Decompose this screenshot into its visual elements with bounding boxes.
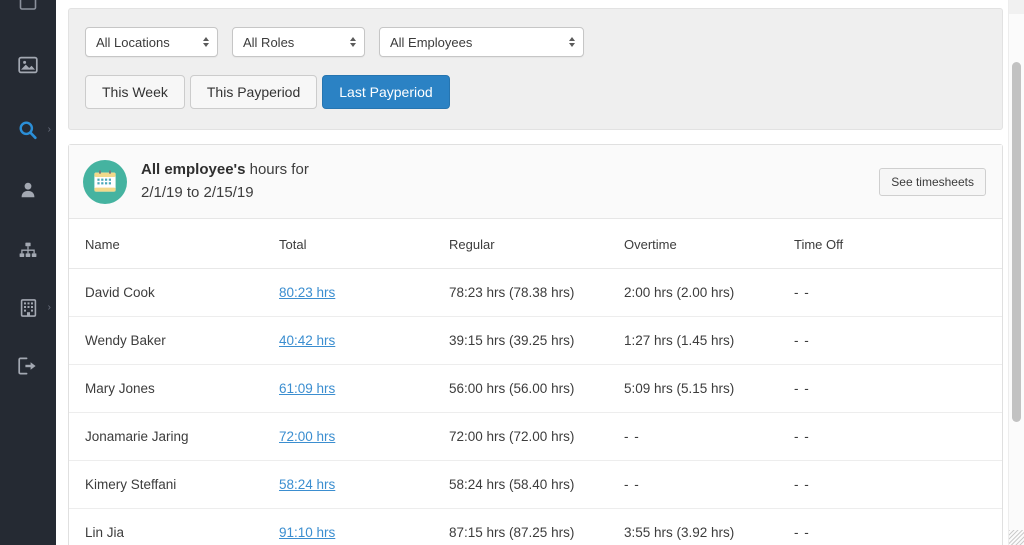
cell-name: Lin Jia [69,508,279,545]
cell-regular: 87:15 hrs (87.25 hrs) [449,508,624,545]
filter-panel: All Locations All Roles All Employees Th… [68,8,1003,130]
hours-card-date-range: 2/1/19 to 2/15/19 [141,183,254,201]
cell-total: 40:42 hrs [279,316,449,365]
total-link[interactable]: 58:24 hrs [279,477,335,492]
cell-regular: 78:23 hrs (78.38 hrs) [449,268,624,317]
cell-overtime: 2:00 hrs (2.00 hrs) [624,268,794,317]
stepper-icon [203,37,209,47]
column-header-name: Name [69,219,279,269]
image-icon [19,0,37,12]
cell-timeoff: - - [794,460,1002,509]
employee-select-value: All Employees [390,34,473,50]
tab-this-payperiod[interactable]: This Payperiod [189,75,318,109]
column-header-overtime: Overtime [624,219,794,269]
sidebar-item-org-chart[interactable] [0,230,56,270]
vertical-scrollbar-thumb[interactable] [1012,62,1021,422]
table-row: Mary Jones 61:09 hrs 56:00 hrs (56.00 hr… [69,364,1002,413]
stepper-icon [350,37,356,47]
image-icon [18,56,38,74]
column-header-total: Total [279,219,449,269]
sitemap-icon [19,242,37,258]
hours-card: All employee's hours for 2/1/19 to 2/15/… [68,144,1003,545]
cell-overtime: - - [624,412,794,461]
sidebar-item-photos-2[interactable] [0,45,56,85]
main-content: All Locations All Roles All Employees Th… [56,0,1024,545]
search-icon [18,120,38,140]
user-icon [19,181,37,199]
cell-total: 58:24 hrs [279,460,449,509]
building-icon [20,299,37,317]
cell-total: 61:09 hrs [279,364,449,413]
table-header-row: Name Total Regular Overtime Time Off [69,219,1002,269]
cell-timeoff: - - [794,412,1002,461]
payperiod-tab-row: This Week This Payperiod Last Payperiod [85,75,986,109]
total-link[interactable]: 80:23 hrs [279,285,335,300]
app-window: › › All Locations All Roles All Employee… [0,0,1024,545]
cell-name: Kimery Steffani [69,460,279,509]
hours-table: Name Total Regular Overtime Time Off Dav… [69,219,1002,545]
column-header-regular: Regular [449,219,624,269]
cell-timeoff: - - [794,316,1002,365]
filter-select-row: All Locations All Roles All Employees [85,27,986,57]
cell-overtime: - - [624,460,794,509]
role-select-value: All Roles [243,34,295,50]
tab-this-week[interactable]: This Week [85,75,185,109]
column-header-timeoff: Time Off [794,219,1002,269]
logout-icon [18,357,38,375]
cell-regular: 72:00 hrs (72.00 hrs) [449,412,624,461]
stepper-icon [569,37,575,47]
hours-table-head: Name Total Regular Overtime Time Off [69,219,1002,269]
see-timesheets-button[interactable]: See timesheets [879,167,986,196]
scrollbar-gutter-top [1009,0,1024,14]
sidebar-item-search[interactable]: › [0,110,56,150]
resize-grip-icon[interactable] [1009,530,1024,545]
cell-timeoff: - - [794,268,1002,317]
table-row: Kimery Steffani 58:24 hrs 58:24 hrs (58.… [69,460,1002,509]
table-row: David Cook 80:23 hrs 78:23 hrs (78.38 hr… [69,268,1002,317]
cell-overtime: 1:27 hrs (1.45 hrs) [624,316,794,365]
cell-overtime: 3:55 hrs (3.92 hrs) [624,508,794,545]
hours-card-header: All employee's hours for 2/1/19 to 2/15/… [69,145,1002,219]
total-link[interactable]: 61:09 hrs [279,381,335,396]
employee-select[interactable]: All Employees [379,27,584,57]
table-row: Lin Jia 91:10 hrs 87:15 hrs (87.25 hrs) … [69,508,1002,545]
sidebar-item-locations[interactable]: › [0,288,56,328]
cell-total: 72:00 hrs [279,412,449,461]
cell-name: Mary Jones [69,364,279,413]
chevron-right-icon: › [47,124,51,135]
vertical-scrollbar[interactable] [1008,0,1024,545]
hours-card-title: All employee's hours for 2/1/19 to 2/15/… [141,159,309,204]
sidebar: › › [0,0,56,545]
hours-table-body: David Cook 80:23 hrs 78:23 hrs (78.38 hr… [69,268,1002,545]
cell-overtime: 5:09 hrs (5.15 hrs) [624,364,794,413]
total-link[interactable]: 40:42 hrs [279,333,335,348]
cell-name: Jonamarie Jaring [69,412,279,461]
cell-regular: 56:00 hrs (56.00 hrs) [449,364,624,413]
location-select[interactable]: All Locations [85,27,218,57]
cell-timeoff: - - [794,508,1002,545]
hours-card-title-line1: All employee's hours for [141,159,309,182]
chevron-right-icon: › [47,302,51,313]
sidebar-item-photos[interactable] [0,0,56,12]
role-select[interactable]: All Roles [232,27,365,57]
hours-card-title-rest: hours for [245,161,309,178]
cell-total: 91:10 hrs [279,508,449,545]
cell-name: Wendy Baker [69,316,279,365]
total-link[interactable]: 91:10 hrs [279,525,335,540]
calendar-icon [83,159,127,204]
hours-card-title-strong: All employee's [141,161,246,178]
cell-timeoff: - - [794,364,1002,413]
location-select-value: All Locations [96,34,170,50]
cell-regular: 39:15 hrs (39.25 hrs) [449,316,624,365]
tab-last-payperiod[interactable]: Last Payperiod [322,75,450,109]
sidebar-item-user[interactable] [0,170,56,210]
table-row: Jonamarie Jaring 72:00 hrs 72:00 hrs (72… [69,412,1002,461]
cell-regular: 58:24 hrs (58.40 hrs) [449,460,624,509]
table-row: Wendy Baker 40:42 hrs 39:15 hrs (39.25 h… [69,316,1002,365]
cell-name: David Cook [69,268,279,317]
total-link[interactable]: 72:00 hrs [279,429,335,444]
cell-total: 80:23 hrs [279,268,449,317]
sidebar-item-logout[interactable] [0,346,56,386]
